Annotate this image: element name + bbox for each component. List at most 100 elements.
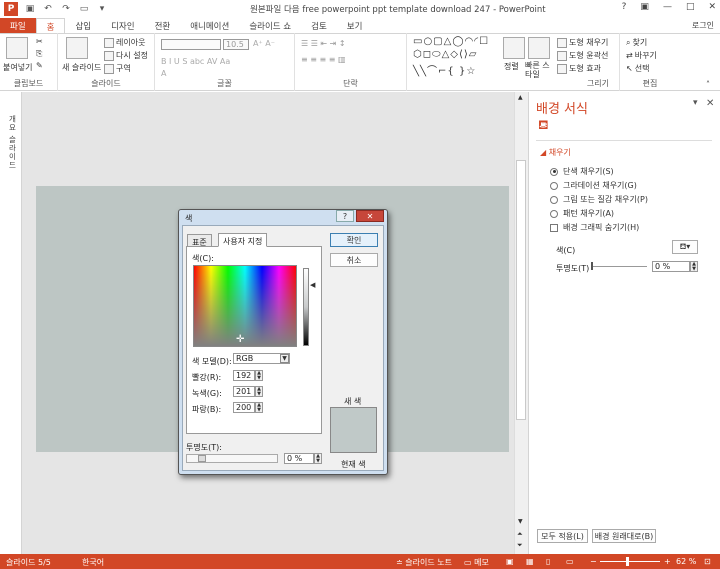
- outline-tabs-label[interactable]: 개요 슬라이드: [7, 115, 18, 169]
- green-input[interactable]: 201: [233, 386, 255, 397]
- layout-button[interactable]: 레이아웃: [104, 37, 145, 48]
- zoom-slider[interactable]: [600, 561, 660, 562]
- tab-design[interactable]: 디자인: [101, 18, 144, 34]
- tab-review[interactable]: 검토: [301, 18, 337, 34]
- red-input[interactable]: 192: [233, 370, 255, 381]
- present-icon[interactable]: ▭: [78, 3, 90, 15]
- shapes-gallery-row2[interactable]: ⬡◻⬭△◇⟨⟩▱: [413, 49, 477, 60]
- luminance-arrow-icon[interactable]: ◀: [310, 281, 315, 289]
- color-picker-button[interactable]: ⛾▾: [672, 240, 698, 254]
- cut-icon[interactable]: ✂: [36, 37, 43, 46]
- transparency-slider[interactable]: [593, 266, 647, 267]
- checkbox-box[interactable]: [550, 223, 558, 232]
- apply-all-button[interactable]: 모두 적용(L): [537, 529, 588, 543]
- new-slide-button[interactable]: 새 슬라이드: [62, 62, 101, 73]
- arrange-button[interactable]: [503, 37, 525, 59]
- font-size-input[interactable]: 10.5: [223, 39, 249, 50]
- red-spinner[interactable]: ▲ ▼: [255, 370, 263, 381]
- scrollbar-thumb[interactable]: [516, 160, 526, 420]
- shape-outline-button[interactable]: 도형 윤곽선: [557, 50, 608, 61]
- blue-input[interactable]: 200: [233, 402, 255, 413]
- notes-button[interactable]: ≐ 슬라이드 노트: [396, 557, 452, 568]
- radio-circle[interactable]: [550, 181, 558, 190]
- replace-button[interactable]: ⇄ 바꾸기: [626, 50, 657, 61]
- maximize-icon[interactable]: □: [686, 2, 695, 12]
- reset-button[interactable]: 다시 설정: [104, 50, 148, 61]
- close-icon[interactable]: ✕: [708, 2, 716, 12]
- tab-home[interactable]: 홈: [35, 18, 66, 34]
- new-slide-icon[interactable]: [66, 37, 88, 59]
- paste-icon[interactable]: [6, 37, 28, 59]
- cancel-button[interactable]: 취소: [330, 253, 378, 267]
- tab-slideshow[interactable]: 슬라이드 쇼: [239, 18, 301, 34]
- tab-view[interactable]: 보기: [337, 18, 373, 34]
- shapes-gallery[interactable]: ▭○▢△◯◠◜☐: [413, 36, 489, 47]
- normal-view-icon[interactable]: ▣: [506, 557, 514, 566]
- radio-circle[interactable]: [550, 209, 558, 218]
- reading-view-icon[interactable]: ▯: [546, 557, 550, 566]
- fill-section-header[interactable]: ◢ 채우기: [540, 147, 571, 158]
- blue-spinner[interactable]: ▲ ▼: [255, 402, 263, 413]
- font-style-icons[interactable]: B I U S abc AV Aa: [161, 57, 230, 66]
- prev-slide-icon[interactable]: ⏶: [517, 530, 523, 539]
- customize-icon[interactable]: ▾: [96, 3, 108, 15]
- redo-icon[interactable]: ↷: [60, 3, 72, 15]
- comments-button[interactable]: ▭ 메모: [464, 557, 489, 568]
- tab-file[interactable]: 파일: [0, 18, 36, 34]
- zoom-level[interactable]: 62 %: [676, 557, 696, 566]
- select-button[interactable]: ↖ 선택: [626, 63, 649, 74]
- pane-close-icon[interactable]: ✕: [706, 98, 714, 109]
- scroll-down-icon[interactable]: ▼: [518, 518, 523, 525]
- tab-custom[interactable]: 사용자 지정: [218, 233, 268, 247]
- paste-button[interactable]: 붙여넣기: [3, 62, 32, 73]
- dialog-transparency-thumb[interactable]: [198, 455, 206, 462]
- next-slide-icon[interactable]: ⏷: [517, 541, 523, 550]
- copy-icon[interactable]: ⎘: [36, 49, 42, 59]
- luminance-slider[interactable]: [303, 268, 309, 346]
- fit-slide-icon[interactable]: ⊡: [704, 557, 711, 566]
- align-icons[interactable]: ≡ ≡ ≡ ≡ ▥: [301, 55, 346, 64]
- grow-font-icon[interactable]: A⁺ A⁻: [253, 39, 275, 48]
- reset-background-button[interactable]: 배경 원래대로(B): [592, 529, 656, 543]
- slide-sorter-icon[interactable]: ▦: [526, 557, 534, 566]
- shapes-gallery-row3[interactable]: ╲╲⌒⌐{ }☆: [413, 62, 476, 77]
- radio-solid-fill[interactable]: 단색 채우기(S): [550, 166, 614, 177]
- hide-graphics-checkbox[interactable]: 배경 그래픽 숨기기(H): [550, 222, 639, 233]
- format-painter-icon[interactable]: ✎: [36, 61, 43, 70]
- ribbon-display-icon[interactable]: ▣: [640, 2, 649, 12]
- section-button[interactable]: 구역: [104, 63, 131, 74]
- fill-bucket-icon[interactable]: ⛾: [538, 118, 549, 135]
- save-icon[interactable]: ▣: [24, 3, 36, 15]
- pane-options-icon[interactable]: ▾: [693, 98, 698, 108]
- zoom-out-icon[interactable]: −: [590, 557, 597, 566]
- shape-fill-button[interactable]: 도형 채우기: [557, 37, 608, 48]
- radio-circle[interactable]: [550, 167, 558, 176]
- dialog-close-button[interactable]: ✕: [356, 210, 384, 222]
- transparency-input[interactable]: 0 %: [652, 261, 690, 272]
- radio-gradient-fill[interactable]: 그라데이션 채우기(G): [550, 180, 637, 191]
- dialog-transparency-spinner[interactable]: ▲ ▼: [314, 453, 322, 464]
- slideshow-view-icon[interactable]: ▭: [566, 557, 574, 566]
- minimize-icon[interactable]: —: [663, 2, 672, 12]
- login-link[interactable]: 로그인: [692, 20, 714, 31]
- tab-insert[interactable]: 삽입: [65, 18, 101, 34]
- help-icon[interactable]: ?: [622, 2, 627, 12]
- dropdown-arrow-icon[interactable]: ▼: [280, 354, 289, 363]
- radio-circle[interactable]: [550, 195, 558, 204]
- shape-effects-button[interactable]: 도형 효과: [557, 63, 601, 74]
- green-spinner[interactable]: ▲ ▼: [255, 386, 263, 397]
- find-button[interactable]: ⌕ 찾기: [626, 37, 647, 48]
- zoom-slider-thumb[interactable]: [626, 557, 629, 566]
- dialog-transparency-input[interactable]: 0 %: [284, 453, 314, 464]
- ok-button[interactable]: 확인: [330, 233, 378, 247]
- collapse-ribbon-icon[interactable]: ˄: [706, 80, 710, 89]
- crosshair-icon[interactable]: ✛: [236, 334, 244, 345]
- transparency-spinner[interactable]: ▲ ▼: [690, 261, 698, 272]
- bullets-icon[interactable]: ☰ ☰ ⇤ ⇥ ↕: [301, 39, 346, 48]
- radio-picture-fill[interactable]: 그림 또는 질감 채우기(P): [550, 194, 648, 205]
- font-color-icon[interactable]: A: [161, 69, 166, 78]
- transparency-slider-thumb[interactable]: [591, 262, 593, 270]
- font-name-input[interactable]: [161, 39, 221, 50]
- zoom-in-icon[interactable]: +: [664, 557, 671, 566]
- undo-icon[interactable]: ↶: [42, 3, 54, 15]
